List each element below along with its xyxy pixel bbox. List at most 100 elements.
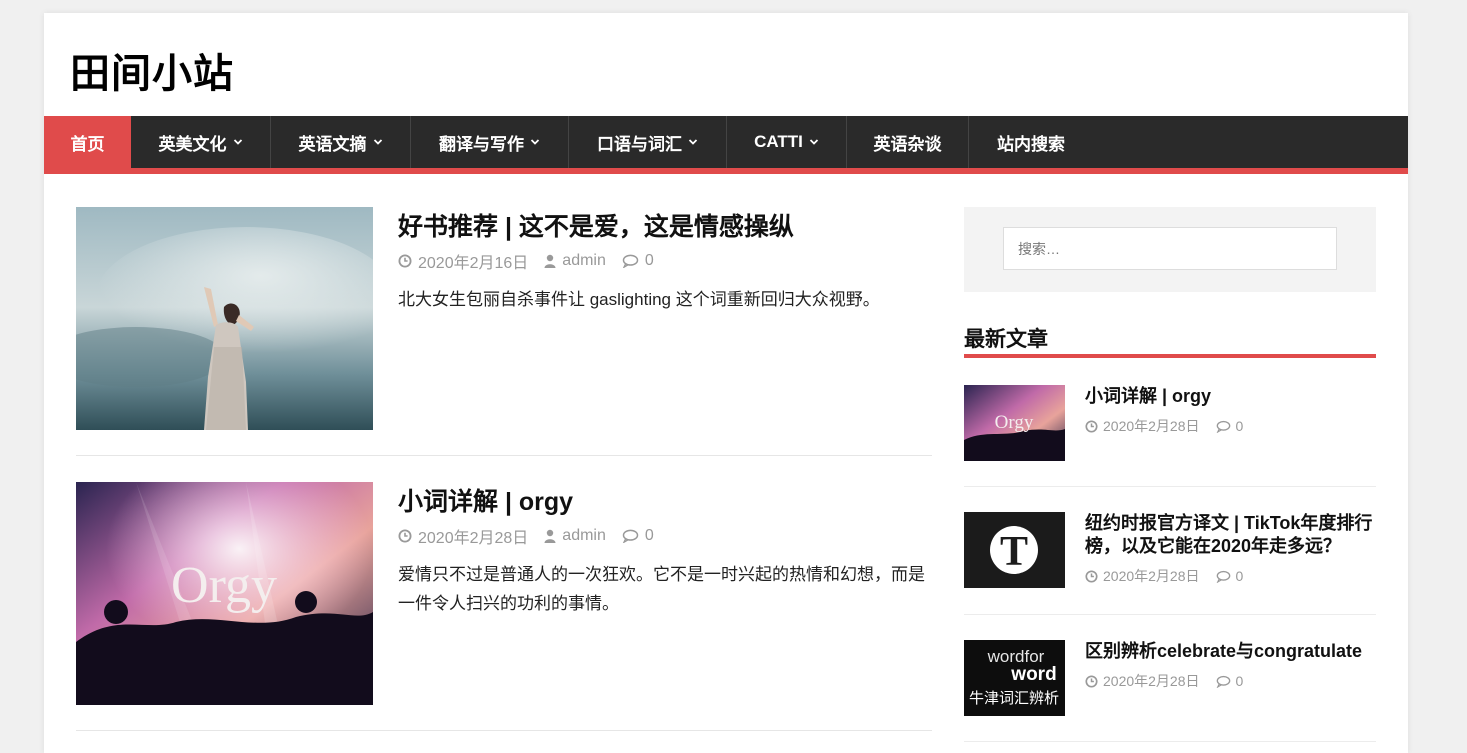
user-icon xyxy=(544,254,556,268)
nav-item-search[interactable]: 站内搜索 xyxy=(969,116,1093,168)
nav-item-misc[interactable]: 英语杂谈 xyxy=(847,116,969,168)
thumbnail-text: T xyxy=(1000,529,1028,575)
recent-post-meta: 2020年2月28日 0 xyxy=(1085,416,1259,436)
thumbnail-image: wordfor word 牛津词汇辨析 xyxy=(964,640,1065,716)
post-title[interactable]: 好书推荐 | 这不是爱，这是情感操纵 xyxy=(398,207,794,243)
thumbnail-text: 牛津词汇辨析 xyxy=(969,689,1059,707)
nav-item-catti[interactable]: CATTI xyxy=(727,116,847,168)
clock-icon xyxy=(398,254,412,268)
recent-post-meta: 2020年2月28日 0 xyxy=(1085,566,1259,586)
comment-icon xyxy=(622,254,639,268)
recent-post-item: Orgy 小词详解 | orgy 2020年2月28日 0 xyxy=(964,385,1376,461)
post-date-text: 2020年2月28日 xyxy=(418,530,529,547)
chevron-down-icon xyxy=(809,137,819,147)
recent-post-date-text: 2020年2月28日 xyxy=(1103,568,1200,584)
clock-icon xyxy=(1085,419,1098,433)
thumbnail-image: Orgy xyxy=(964,385,1065,461)
recent-post-date: 2020年2月28日 xyxy=(1085,416,1200,436)
nyt-logo-icon: T xyxy=(964,512,1065,588)
page-container: 田间小站 首页 英美文化 英语文摘 翻译与写作 口语与词汇 CATTI 英语杂谈 xyxy=(44,13,1408,753)
recent-post-date: 2020年2月28日 xyxy=(1085,671,1200,691)
post-divider xyxy=(76,455,932,456)
recent-post-divider xyxy=(964,741,1376,742)
recent-post-item: T 纽约时报官方译文 | TikTok年度排行榜，以及它能在2020年走多远？ … xyxy=(964,512,1376,588)
post-author: admin xyxy=(544,252,606,270)
post-date: 2020年2月28日 xyxy=(398,524,528,548)
user-icon xyxy=(544,529,556,543)
search-input[interactable] xyxy=(1003,227,1337,270)
recent-post-divider xyxy=(964,486,1376,487)
thumbnail-text: word xyxy=(1010,664,1056,685)
chevron-down-icon xyxy=(233,137,243,147)
nav-item-label: 英美文化 xyxy=(158,134,227,154)
recent-post-title[interactable]: 纽约时报官方译文 | TikTok年度排行榜，以及它能在2020年走多远？ xyxy=(1085,512,1376,558)
clock-icon xyxy=(1085,674,1098,688)
widget-title-underline xyxy=(964,354,1376,358)
chevron-down-icon xyxy=(530,137,540,147)
recent-post-comments[interactable]: 0 xyxy=(1216,673,1244,689)
nav-item-label: 翻译与写作 xyxy=(439,134,524,154)
recent-post-comments-count: 0 xyxy=(1235,673,1244,689)
chevron-down-icon xyxy=(688,137,698,147)
site-title[interactable]: 田间小站 xyxy=(70,41,234,99)
thumbnail-text: Orgy xyxy=(995,412,1034,433)
post-title[interactable]: 小词详解 | orgy xyxy=(398,482,573,518)
nav-item-home[interactable]: 首页 xyxy=(44,116,131,168)
thumbnail-image xyxy=(76,207,373,430)
chevron-down-icon xyxy=(373,137,383,147)
nav-accent-bar xyxy=(44,168,1408,174)
nav-item-label: 口语与词汇 xyxy=(597,134,682,154)
main-nav: 首页 英美文化 英语文摘 翻译与写作 口语与词汇 CATTI 英语杂谈 站内搜索 xyxy=(44,116,1408,168)
recent-post-comments[interactable]: 0 xyxy=(1216,418,1244,434)
recent-post-comments[interactable]: 0 xyxy=(1216,568,1244,584)
nav-item-label: 英语文摘 xyxy=(298,134,367,154)
comment-icon xyxy=(1216,675,1230,688)
nav-item-label: 站内搜索 xyxy=(997,134,1065,154)
recent-post-thumbnail[interactable]: wordfor word 牛津词汇辨析 xyxy=(964,640,1065,716)
post-meta: 2020年2月16日 admin 0 xyxy=(398,249,670,273)
recent-post-thumbnail[interactable]: Orgy xyxy=(964,385,1065,461)
post-thumbnail[interactable] xyxy=(76,207,373,430)
post-date: 2020年2月16日 xyxy=(398,249,528,273)
nav-item-culture[interactable]: 英美文化 xyxy=(131,116,271,168)
post-author-link[interactable]: admin xyxy=(562,527,606,545)
post-excerpt: 爱情只不过是普通人的一次狂欢。它不是一时兴起的热情和幻想，而是一件令人扫兴的功利… xyxy=(398,565,925,613)
post-author: admin xyxy=(544,527,606,545)
post-author-link[interactable]: admin xyxy=(562,252,606,270)
search-widget xyxy=(964,207,1376,292)
recent-post-comments-count: 0 xyxy=(1235,568,1244,584)
post-comments-count: 0 xyxy=(644,527,654,544)
recent-post-title[interactable]: 区别辨析celebrate与congratulate xyxy=(1085,640,1376,663)
clock-icon xyxy=(398,529,412,543)
nav-item-translation[interactable]: 翻译与写作 xyxy=(411,116,569,168)
post-meta: 2020年2月28日 admin 0 xyxy=(398,524,670,548)
nav-item-label: 首页 xyxy=(70,134,105,154)
recent-post-title[interactable]: 小词详解 | orgy xyxy=(1085,385,1376,408)
post-excerpt: 北大女生包丽自杀事件让 gaslighting 这个词重新回归大众视野。 xyxy=(398,290,880,309)
thumbnail-text: Orgy xyxy=(171,557,277,614)
post-comments-count: 0 xyxy=(644,252,654,269)
comment-icon xyxy=(622,529,639,543)
post-thumbnail[interactable]: Orgy xyxy=(76,482,373,705)
post-item: Orgy 小词详解 | orgy 2020年2月28日 admin 0 爱情只不… xyxy=(76,482,932,705)
recent-posts-title: 最新文章 xyxy=(964,328,1048,351)
post-item: 好书推荐 | 这不是爱，这是情感操纵 2020年2月16日 admin 0 北大… xyxy=(76,207,932,430)
recent-post-date-text: 2020年2月28日 xyxy=(1103,418,1200,434)
recent-post-item: wordfor word 牛津词汇辨析 区别辨析celebrate与congra… xyxy=(964,640,1376,716)
comment-icon xyxy=(1216,570,1230,583)
post-divider xyxy=(76,730,932,731)
comment-icon xyxy=(1216,420,1230,433)
nav-item-speaking[interactable]: 口语与词汇 xyxy=(569,116,727,168)
nav-item-digest[interactable]: 英语文摘 xyxy=(271,116,411,168)
recent-post-date-text: 2020年2月28日 xyxy=(1103,673,1200,689)
recent-post-divider xyxy=(964,614,1376,615)
clock-icon xyxy=(1085,569,1098,583)
post-date-text: 2020年2月16日 xyxy=(418,255,529,272)
recent-post-date: 2020年2月28日 xyxy=(1085,566,1200,586)
post-comments[interactable]: 0 xyxy=(622,252,654,270)
nav-item-label: 英语杂谈 xyxy=(873,134,942,154)
recent-post-thumbnail[interactable]: T xyxy=(964,512,1065,588)
recent-post-meta: 2020年2月28日 0 xyxy=(1085,671,1259,691)
recent-post-comments-count: 0 xyxy=(1235,418,1244,434)
post-comments[interactable]: 0 xyxy=(622,527,654,545)
